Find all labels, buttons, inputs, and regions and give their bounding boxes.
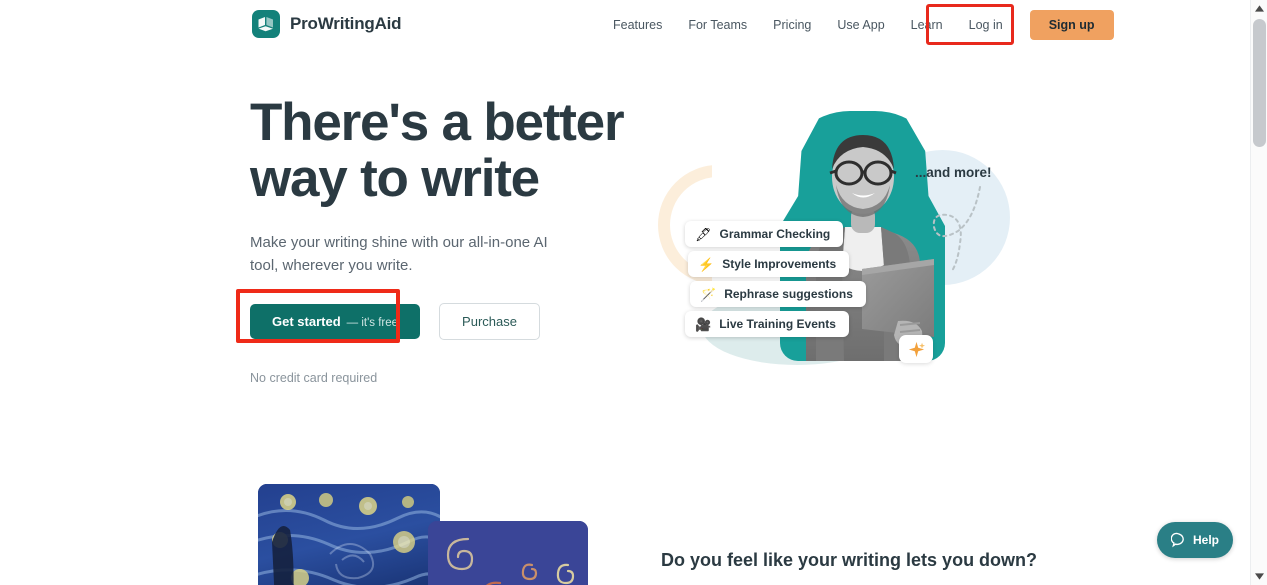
get-started-suffix: — it's free [346,317,399,329]
brand-logo[interactable]: ProWritingAid [252,10,402,38]
nav-link-for-teams[interactable]: For Teams [675,0,760,50]
help-label: Help [1192,533,1219,547]
hero-headline: There's a better way to write [250,93,625,208]
hero-subheading: Make your writing shine with our all-in-… [250,234,548,274]
chat-bubble-icon [1170,532,1184,548]
hero-copy: There's a better way to write Make your … [250,95,650,385]
get-started-label: Get started [272,314,341,329]
lightning-icon: ⚡ [698,256,715,272]
book-logo-icon [252,10,280,38]
nav-link-learn[interactable]: Learn [898,0,956,50]
video-camera-icon: 🎥 [695,316,712,332]
feature-chip-label: Style Improvements [722,257,837,271]
curly-arrow-icon [932,186,981,272]
lower-section-heading: Do you feel like your writing lets you d… [661,550,1038,570]
feature-chip-label: Grammar Checking [719,227,831,241]
nav-link-features[interactable]: Features [600,0,675,50]
page-canvas: ProWritingAid Features For Teams Pricing… [0,0,1250,585]
brand-name: ProWritingAid [290,14,402,33]
doodle-card [428,521,588,585]
get-started-button[interactable]: Get started — it's free [250,304,421,339]
feature-chip-label: Live Training Events [719,317,836,331]
hero-cta-row: Get started — it's free Purchase [250,303,650,340]
and-more-label: ...and more! [915,165,992,180]
feature-chip-label: Rephrase suggestions [724,287,853,301]
purchase-button[interactable]: Purchase [439,303,540,340]
sparkle-icon [899,335,933,363]
pen-icon: 🖋 [695,226,712,242]
nav-link-pricing[interactable]: Pricing [760,0,824,50]
no-credit-card-note: No credit card required [250,371,378,385]
nav-link-log-in[interactable]: Log in [956,0,1016,50]
signup-wrapper: Sign up [1029,10,1114,40]
help-widget-button[interactable]: Help [1157,522,1233,558]
feature-chip: 🖋 Grammar Checking [685,221,844,247]
nav-link-use-app[interactable]: Use App [824,0,897,50]
hero-illustration: 🖋 Grammar Checking ⚡ Style Improvements … [640,95,1040,380]
scrollbar-down-arrow[interactable] [1251,568,1267,585]
browser-scrollbar[interactable] [1250,0,1267,585]
sign-up-button[interactable]: Sign up [1029,10,1114,40]
browser-viewport: ProWritingAid Features For Teams Pricing… [0,0,1267,585]
starry-night-card [258,484,440,585]
magic-wand-icon: 🪄 [700,286,717,302]
feature-chip: 🪄 Rephrase suggestions [690,281,866,307]
site-header: ProWritingAid Features For Teams Pricing… [0,0,1250,50]
feature-chip: ⚡ Style Improvements [688,251,850,277]
feature-chip: 🎥 Live Training Events [685,311,849,337]
scrollbar-up-arrow[interactable] [1251,0,1267,17]
scrollbar-thumb[interactable] [1253,19,1266,147]
main-nav: Features For Teams Pricing Use App Learn… [600,0,1114,50]
